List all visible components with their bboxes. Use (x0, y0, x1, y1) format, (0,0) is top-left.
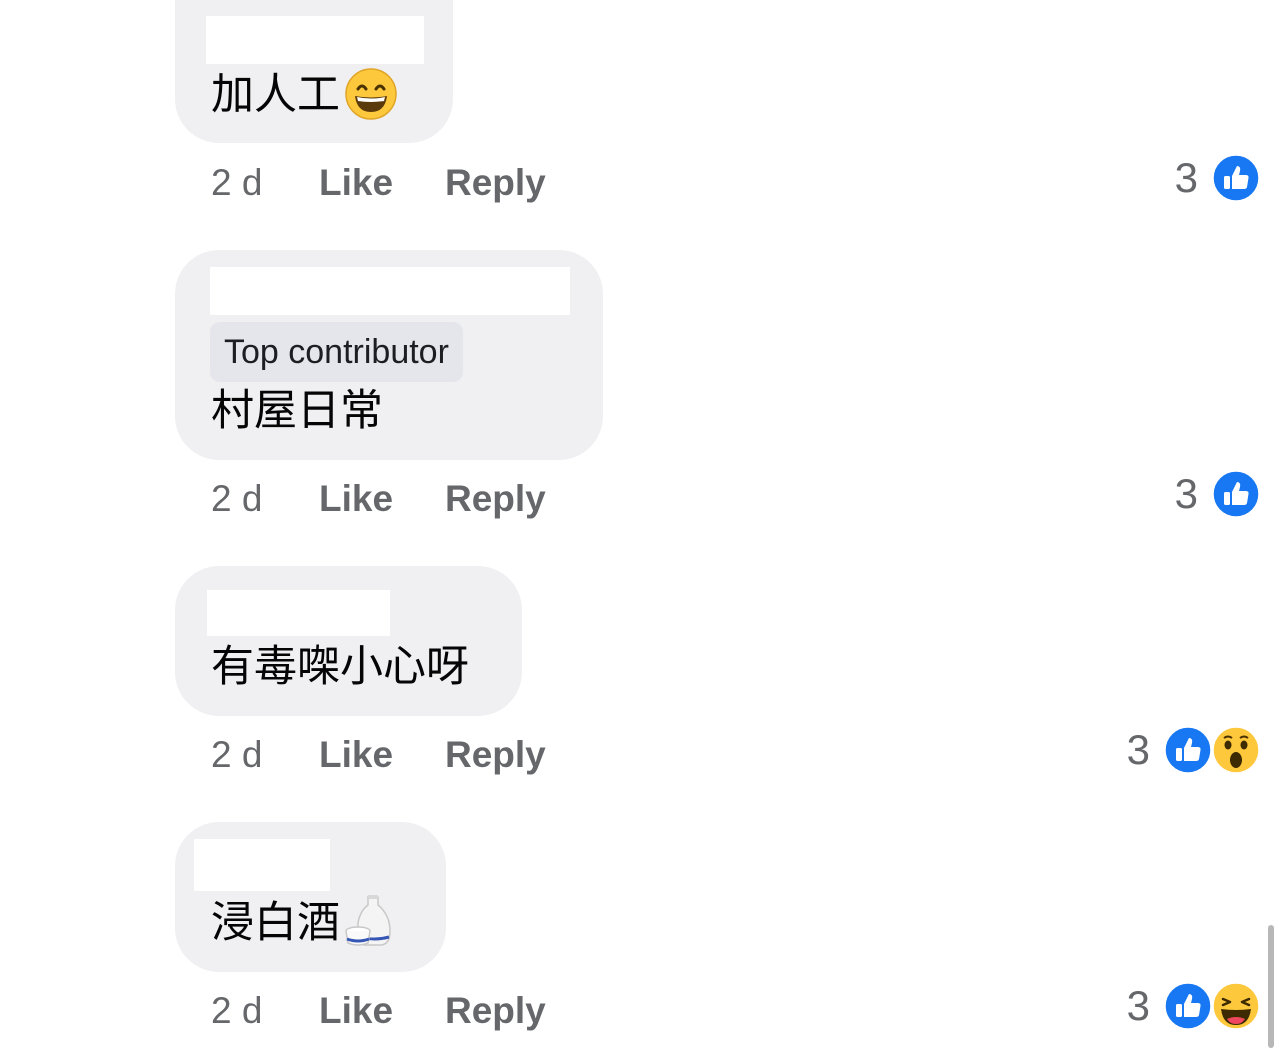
comment-bubble: 加人工 (175, 0, 453, 143)
comment-timestamp: 2 d (211, 734, 263, 775)
reaction-summary[interactable]: 3 (1127, 981, 1260, 1031)
comment-timestamp: 2 d (211, 162, 263, 203)
comment-text: 村屋日常 (211, 386, 383, 436)
like-reaction-icon (1164, 726, 1212, 774)
comment-bubble: Top contributor 村屋日常 (175, 250, 603, 460)
scrollbar[interactable] (1268, 925, 1274, 1048)
comment-timestamp: 2 d (211, 990, 263, 1031)
reply-button[interactable]: Reply (445, 161, 546, 205)
reply-button[interactable]: Reply (445, 989, 546, 1033)
reply-button[interactable]: Reply (445, 477, 546, 521)
reaction-count: 3 (1174, 470, 1198, 517)
like-reaction-icon (1164, 982, 1212, 1030)
comment-bubble: 有毒㗎小心呀 (175, 566, 522, 716)
author-name-redacted[interactable] (194, 839, 330, 891)
like-button[interactable]: Like (319, 989, 393, 1033)
comment-text: 加人工 (211, 67, 398, 121)
like-reaction-icon (1212, 470, 1260, 518)
like-button[interactable]: Like (319, 477, 393, 521)
like-button[interactable]: Like (319, 161, 393, 205)
comment-bubble: 浸白酒 (175, 822, 446, 972)
reaction-summary[interactable]: 3 (1127, 725, 1260, 775)
reaction-count: 3 (1126, 982, 1150, 1029)
reply-button[interactable]: Reply (445, 733, 546, 777)
comment-text: 有毒㗎小心呀 (211, 642, 469, 692)
like-button[interactable]: Like (319, 733, 393, 777)
author-name-redacted[interactable] (206, 16, 424, 64)
reaction-summary[interactable]: 3 (1175, 153, 1260, 203)
reaction-count: 3 (1126, 726, 1150, 773)
wow-reaction-icon (1212, 726, 1260, 774)
grinning-face-icon (345, 67, 397, 120)
reaction-count: 3 (1174, 154, 1198, 201)
sake-icon (345, 894, 391, 946)
comment-text: 浸白酒 (211, 894, 396, 949)
comment-timestamp: 2 d (211, 478, 263, 519)
author-name-redacted[interactable] (207, 590, 390, 636)
top-contributor-badge[interactable]: Top contributor (210, 322, 463, 382)
author-name-redacted[interactable] (210, 267, 570, 315)
like-reaction-icon (1212, 154, 1260, 202)
reaction-summary[interactable]: 3 (1175, 469, 1260, 519)
haha-reaction-icon (1212, 982, 1260, 1030)
